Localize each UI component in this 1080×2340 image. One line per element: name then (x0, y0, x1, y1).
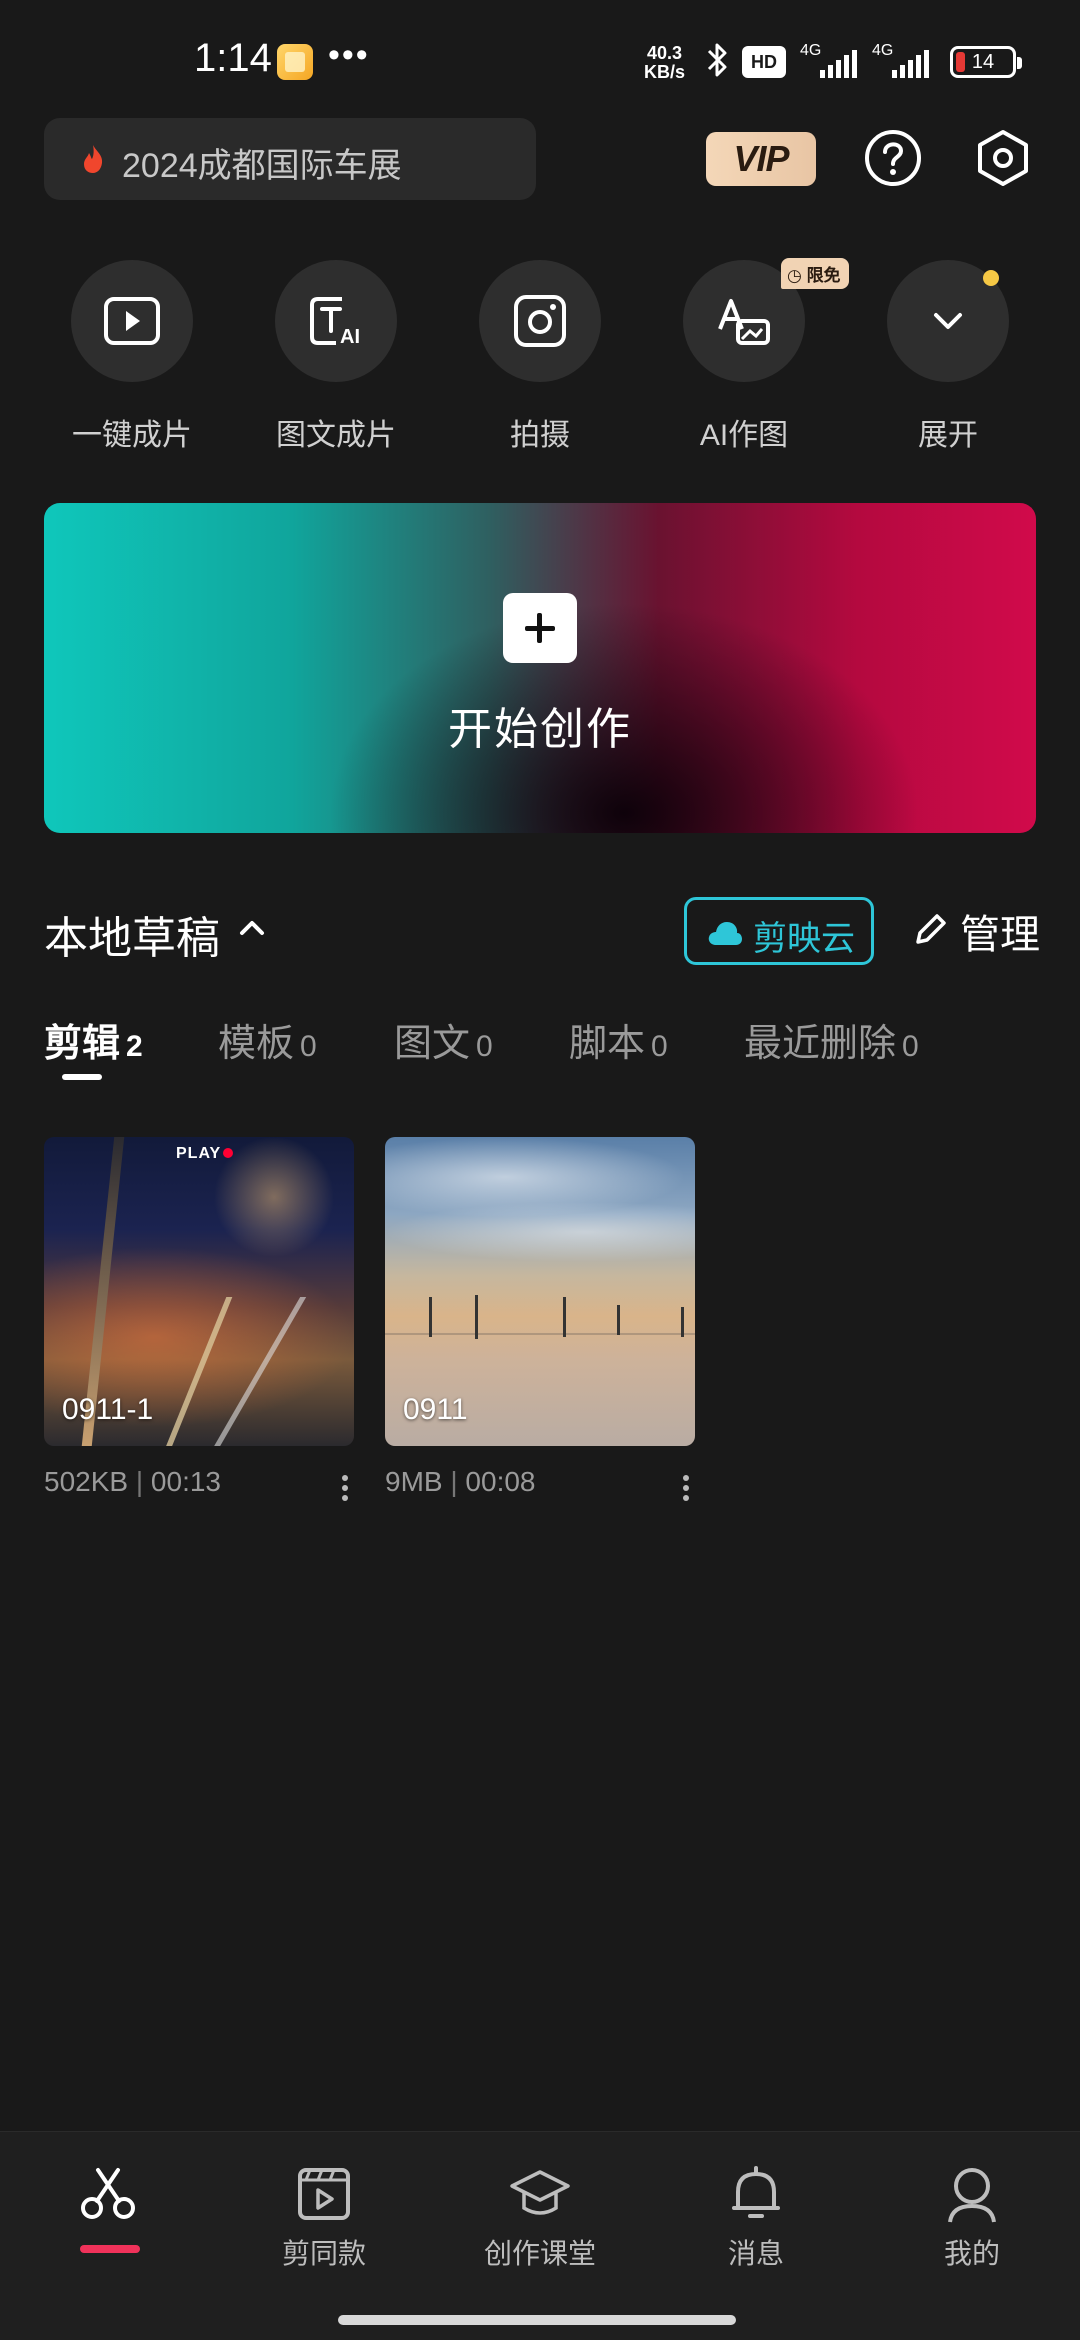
text-ai-icon: AI (310, 297, 360, 348)
manage-label: 管理 (960, 913, 1040, 957)
template-icon (298, 2168, 350, 2220)
chevron-down-icon (934, 313, 962, 329)
play-icon (104, 297, 160, 345)
network-speed: 40.3 KB/s (644, 44, 685, 82)
more-options-icon[interactable] (681, 1470, 691, 1506)
nav-profile[interactable]: 我的 (892, 2164, 1052, 2272)
tab-edit[interactable]: 剪辑 2 (44, 1012, 143, 1067)
tool-text-to-video[interactable]: AI 图文成片 (261, 260, 411, 454)
svg-text:AI: AI (340, 326, 360, 348)
draft-thumbnail[interactable]: PLAY 0911-1 (44, 1137, 354, 1446)
draft-meta: 9MB | 00:08 (385, 1466, 536, 1497)
nav-messages[interactable]: 消息 (676, 2164, 836, 2272)
chevron-up-icon[interactable] (238, 916, 266, 940)
active-tab-indicator (62, 1074, 102, 1080)
start-creating-label: 开始创作 (448, 705, 632, 754)
play-overlay-text: PLAY (176, 1145, 234, 1163)
flame-icon (84, 145, 103, 173)
status-time: 1:14 (194, 36, 272, 80)
tool-shoot[interactable]: 拍摄 (465, 260, 615, 454)
vip-button[interactable]: VIP (706, 132, 816, 186)
draft-meta: 502KB | 00:13 (44, 1466, 221, 1497)
tab-template[interactable]: 模板 0 (218, 1012, 317, 1067)
local-drafts-title[interactable]: 本地草稿 (44, 902, 220, 966)
more-options-icon[interactable] (340, 1470, 350, 1506)
start-creating-banner[interactable]: 开始创作 (44, 503, 1036, 833)
tool-label: 图文成片 (276, 419, 396, 452)
plus-icon (503, 593, 577, 663)
profile-icon (948, 2168, 996, 2223)
active-nav-indicator (80, 2245, 140, 2253)
tool-label: 展开 (918, 419, 978, 452)
tab-script[interactable]: 脚本 0 (569, 1012, 668, 1067)
scissors-icon (81, 2168, 135, 2219)
tab-image-text[interactable]: 图文 0 (394, 1012, 493, 1067)
free-badge: ◷ 限免 (781, 258, 849, 289)
network-speed-value: 40.3 (646, 43, 683, 63)
settings-icon[interactable] (973, 128, 1033, 188)
draft-card[interactable]: 0911 9MB | 00:08 (385, 1137, 695, 1501)
cloud-icon (708, 922, 742, 945)
status-bar: 1:14 ••• 40.3 KB/s HD 4G 4G 14 (0, 0, 1080, 120)
draft-name: 0911-1 (62, 1393, 154, 1426)
draft-name: 0911 (403, 1393, 468, 1426)
edit-icon (916, 914, 946, 944)
draft-card[interactable]: PLAY 0911-1 502KB | 00:13 (44, 1137, 354, 1501)
network-speed-unit: KB/s (644, 62, 686, 82)
more-dots-icon: ••• (328, 36, 370, 74)
home-indicator[interactable] (338, 2315, 736, 2325)
graduation-cap-icon (510, 2170, 570, 2215)
camera-icon (514, 295, 566, 347)
battery-level: 14 (971, 51, 995, 73)
tab-recently-deleted[interactable]: 最近删除 0 (744, 1012, 919, 1067)
notification-dot (983, 270, 999, 286)
bottom-navigation: 剪同款 创作课堂 消息 我的 (0, 2131, 1080, 2340)
draft-thumbnail[interactable]: 0911 (385, 1137, 695, 1446)
battery-icon: 14 (950, 46, 1022, 78)
hd-voice-icon: HD (742, 46, 786, 78)
tool-label: 拍摄 (510, 419, 570, 452)
search-bar[interactable]: 2024成都国际车展 (44, 118, 536, 200)
bell-icon (732, 2166, 780, 2218)
app-notification-icon (277, 44, 313, 80)
tool-ai-draw[interactable]: ◷ 限免 AI作图 (669, 258, 849, 454)
help-icon[interactable] (863, 128, 923, 188)
bluetooth-icon (707, 43, 727, 77)
search-hot-text: 2024成都国际车展 (122, 147, 402, 185)
cloud-button[interactable]: 剪映云 (684, 897, 874, 965)
cloud-label: 剪映云 (753, 920, 855, 958)
nav-template[interactable]: 剪同款 (244, 2164, 404, 2272)
tool-label: AI作图 (699, 419, 789, 452)
tool-label: 一键成片 (72, 419, 192, 452)
tool-one-click-video[interactable]: 一键成片 (57, 260, 207, 454)
nav-edit[interactable] (28, 2164, 188, 2232)
tool-expand[interactable]: 展开 (873, 260, 1023, 454)
nav-creative-class[interactable]: 创作课堂 (460, 2164, 620, 2272)
ai-draw-icon (718, 299, 770, 345)
